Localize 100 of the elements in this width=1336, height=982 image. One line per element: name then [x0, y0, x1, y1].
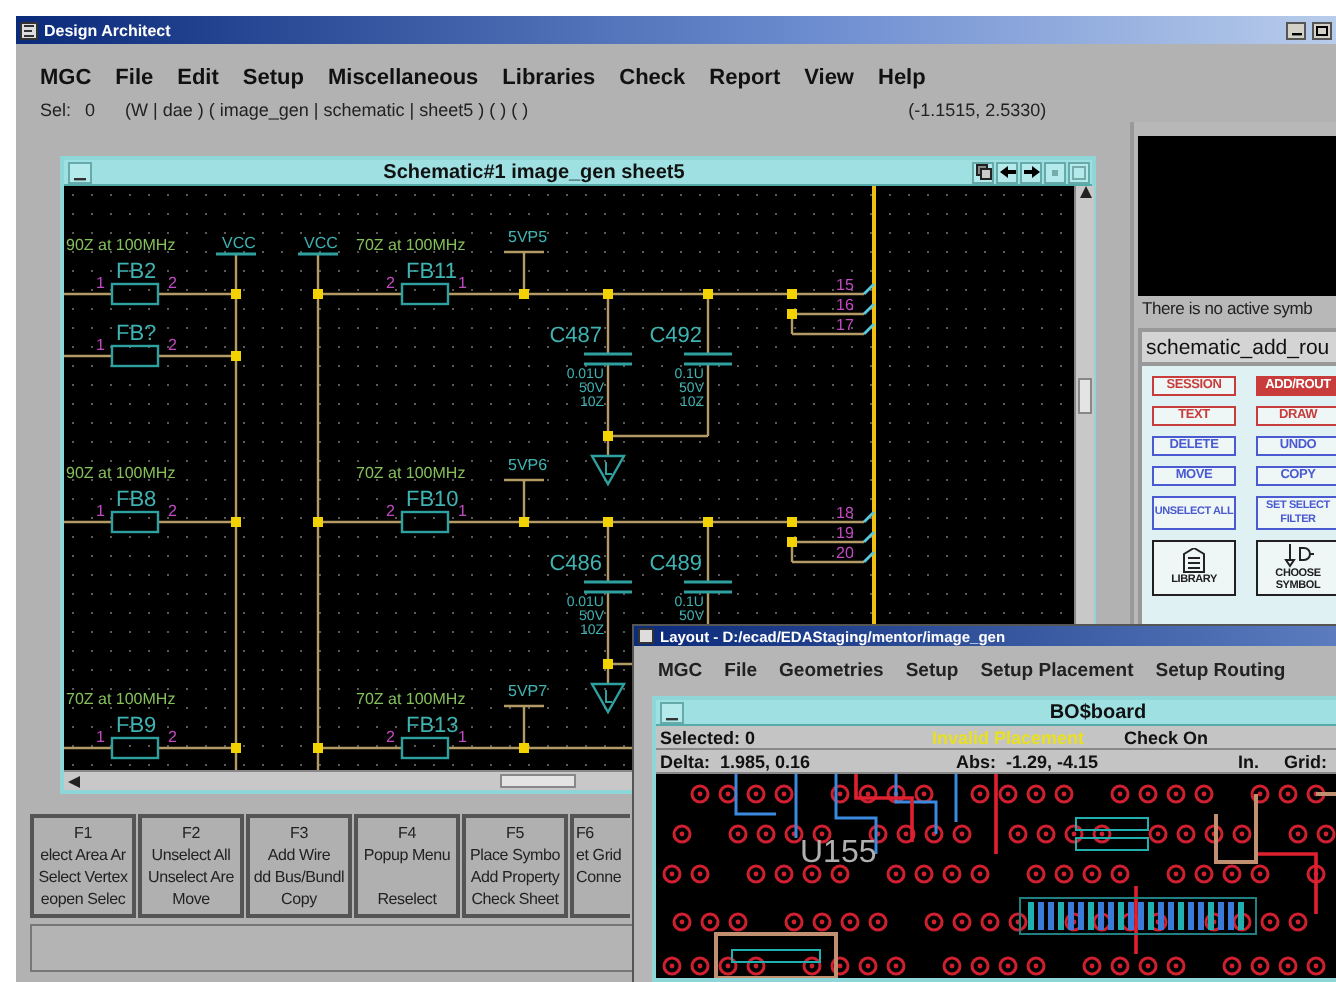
menu-item[interactable]: Check: [619, 66, 686, 90]
pin-number: 2: [168, 728, 177, 746]
function-key-button[interactable]: F3 Add Wire dd Bus/Bundl Copy: [246, 814, 352, 918]
menu-item[interactable]: Setup Placement: [980, 660, 1134, 683]
window-menu-button[interactable]: [68, 161, 92, 183]
capacitor-symbol: [582, 352, 634, 366]
app-icon: [20, 21, 38, 39]
ferrite-bead-symbol: [110, 344, 160, 368]
dash-icon: [666, 715, 678, 721]
scroll-thumb[interactable]: [1078, 378, 1092, 414]
menu-item[interactable]: Libraries: [502, 66, 596, 90]
menu-item[interactable]: View: [804, 66, 854, 90]
placement-warning: Invalid Placement: [932, 727, 1087, 747]
part-ref: FB8: [116, 488, 157, 512]
pin-number: 15: [836, 276, 854, 294]
probe-symbol-icon: [1282, 543, 1314, 567]
delta-reading: Delta: 1.985, 0.16: [660, 751, 813, 771]
maximize-icon: [1072, 165, 1086, 179]
preview-message: There is no active symb: [1142, 298, 1315, 322]
part-ref: C489: [649, 552, 702, 576]
pin-number: 1: [458, 502, 467, 520]
window-menu-button[interactable]: [660, 701, 684, 723]
part-ref: C492: [649, 324, 702, 348]
part-ref: FB11: [406, 260, 457, 284]
app-icon: [638, 628, 654, 645]
back-button[interactable]: [996, 161, 1018, 183]
net-label: 5VP7: [508, 682, 548, 700]
pin-number: 2: [168, 502, 177, 520]
scroll-thumb[interactable]: [500, 774, 576, 788]
menu-item[interactable]: File: [115, 66, 154, 90]
pin-number: 2: [386, 274, 395, 292]
rating-label: 90Z at 100MHz: [66, 236, 176, 254]
up-arrow-icon: [1079, 186, 1091, 198]
selected-count: Selected: 0: [660, 727, 758, 747]
ferrite-bead-symbol: [400, 736, 450, 760]
menu-item[interactable]: Setup: [905, 660, 959, 683]
left-arrow-icon: [999, 166, 1015, 178]
menu-item[interactable]: Help: [878, 66, 926, 90]
pin-number: 1: [458, 274, 467, 292]
net-label: 5VP6: [508, 456, 548, 474]
left-arrow-icon: [68, 775, 80, 787]
net-label: 5VP5: [508, 228, 548, 246]
ferrite-bead-symbol: [110, 510, 160, 534]
selection-count: 0: [85, 99, 96, 119]
menu-item[interactable]: File: [724, 660, 758, 683]
menu-item[interactable]: Miscellaneous: [327, 66, 479, 90]
menu-item[interactable]: Setup: [242, 66, 304, 90]
selection-label: Sel:: [40, 99, 72, 119]
window-title: Design Architect: [44, 21, 173, 39]
part-ref: FB9: [116, 714, 157, 738]
ferrite-bead-symbol: [110, 282, 160, 306]
copy-button[interactable]: [972, 161, 994, 183]
palette-title: schematic_add_rou: [1142, 332, 1336, 366]
part-ref: C486: [549, 552, 602, 576]
pin-number: 2: [168, 336, 177, 354]
menu-item[interactable]: Report: [709, 66, 781, 90]
rating-label: 90Z at 100MHz: [66, 464, 176, 482]
window-title: Schematic#1 image_gen sheet5: [381, 161, 687, 183]
pin-number: 1: [96, 728, 105, 746]
net-label: VCC: [222, 234, 256, 252]
dash-icon: [74, 175, 86, 181]
maximize-button[interactable]: [1312, 21, 1332, 39]
function-key-button[interactable]: F4 Popup Menu Reselect: [354, 814, 460, 918]
pin-number: 16: [836, 296, 854, 314]
ferrite-bead-symbol: [400, 282, 450, 306]
menu-item[interactable]: Edit: [177, 66, 219, 90]
shelf-icon: [1180, 548, 1208, 575]
right-arrow-icon: [1023, 166, 1039, 178]
capacitor-symbol: [682, 580, 734, 594]
ground-symbol: [589, 454, 627, 487]
function-key-button[interactable]: F5 Place Symbo Add Property Check Sheet: [462, 814, 568, 918]
pin-number: 19: [836, 524, 854, 542]
menu-item[interactable]: Geometries: [779, 660, 884, 683]
function-key-button[interactable]: F6 et Grid Conne: [570, 814, 630, 918]
capacitor-symbol: [582, 580, 634, 594]
pin-number: 2: [386, 502, 395, 520]
minimize-button[interactable]: [1286, 21, 1306, 39]
wire: [64, 354, 112, 358]
ferrite-bead-symbol: [110, 736, 160, 760]
window-title: BO$board: [1047, 701, 1149, 723]
copy-icon: [975, 164, 991, 180]
rating-label: 70Z at 100MHz: [356, 464, 466, 482]
menu-item[interactable]: MGC: [658, 660, 703, 683]
part-ref: C487: [549, 324, 602, 348]
menu-item[interactable]: MGC: [40, 66, 92, 90]
pin-number: 1: [96, 274, 105, 292]
forward-button[interactable]: [1020, 161, 1042, 183]
function-key-button[interactable]: F1 elect Area Ar Select Vertex eopen Selec: [30, 814, 136, 918]
cursor-coordinates: (-1.1515, 2.5330): [908, 99, 1047, 119]
part-ref: FB2: [116, 260, 157, 284]
pcb-canvas[interactable]: U155: [656, 774, 1336, 978]
rating-label: 70Z at 100MHz: [356, 236, 466, 254]
units-label: In.: [1238, 751, 1261, 771]
function-key-button[interactable]: F2 Unselect All Unselect Are Move: [138, 814, 244, 918]
pin-number: 2: [168, 274, 177, 292]
abs-reading: Abs: -1.29, -4.15: [956, 751, 1101, 771]
menu-item[interactable]: Setup Routing: [1155, 660, 1286, 683]
check-status: Check On: [1124, 727, 1211, 747]
pin-number: 1: [96, 336, 105, 354]
ferrite-bead-symbol: [400, 510, 450, 534]
